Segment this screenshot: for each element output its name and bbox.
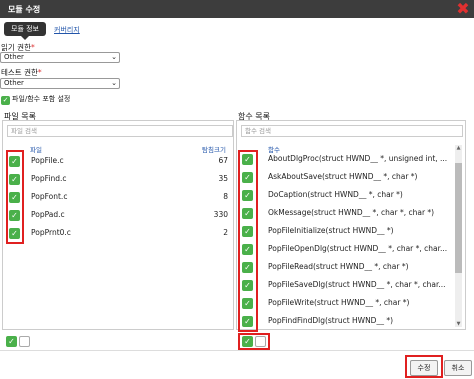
- check-icon[interactable]: ✓: [242, 336, 253, 347]
- read-permission-select[interactable]: Other ⌄: [0, 52, 120, 63]
- check-icon[interactable]: ✓: [1, 96, 10, 105]
- function-column-header: 함수: [268, 146, 280, 154]
- function-name: PopFileInitialize(struct HWND__ *): [268, 226, 394, 235]
- test-permission-select[interactable]: Other ⌄: [0, 78, 120, 89]
- file-search-input[interactable]: 파일 검색: [7, 125, 233, 137]
- read-permission-value: Other: [4, 53, 24, 61]
- close-icon[interactable]: ✖: [455, 1, 471, 17]
- required-mark: *: [30, 43, 35, 52]
- uncheck-box[interactable]: [255, 336, 266, 347]
- test-permission-label: 테스트 권한*: [1, 67, 42, 78]
- function-name: PopFileRead(struct HWND__ *, char *): [268, 262, 409, 271]
- cancel-button[interactable]: 취소: [444, 360, 472, 376]
- scroll-up-icon[interactable]: ▲: [455, 145, 462, 151]
- scroll-down-icon[interactable]: ▼: [455, 321, 462, 327]
- footer-divider: [0, 350, 474, 351]
- function-name: DoCaption(struct HWND__ *, char *): [268, 190, 403, 199]
- include-setting-label: 파일/함수 포함 설정: [12, 95, 71, 103]
- read-permission-text: 읽기 권한: [1, 43, 31, 52]
- dialog-title: 모듈 수정: [8, 5, 41, 14]
- function-name: PopFileOpenDlg(struct HWND__ *, char *, …: [268, 244, 448, 253]
- scroll-thumb[interactable]: [455, 163, 462, 273]
- required-mark: *: [37, 68, 42, 77]
- function-row[interactable]: ✓ PopFileOpenDlg(struct HWND__ *, char *,…: [0, 240, 447, 258]
- function-row[interactable]: ✓ PopFileRead(struct HWND__ *, char *): [0, 258, 409, 276]
- function-row[interactable]: ✓ PopFileInitialize(struct HWND__ *): [0, 222, 394, 240]
- function-row[interactable]: ✓ DoCaption(struct HWND__ *, char *): [0, 186, 403, 204]
- test-permission-text: 테스트 권한: [1, 68, 38, 77]
- tab-module-info[interactable]: 모듈 정보: [4, 22, 46, 40]
- function-name: PopFileWrite(struct HWND__ *, char *): [268, 298, 410, 307]
- check-icon[interactable]: ✓: [6, 336, 17, 347]
- dialog-titlebar: 모듈 수정 ✖: [0, 0, 474, 18]
- function-row[interactable]: ✓ OkMessage(struct HWND__ *, char *, char…: [0, 204, 434, 222]
- function-row[interactable]: ✓ AboutDlgProc(struct HWND__ *, unsigned …: [0, 150, 447, 168]
- chevron-down-icon: ⌄: [111, 79, 117, 87]
- function-row[interactable]: ✓ AskAboutSave(struct HWND__ *, char *): [0, 168, 417, 186]
- include-setting[interactable]: ✓ 파일/함수 포함 설정: [1, 94, 70, 105]
- chevron-down-icon: ⌄: [111, 53, 117, 61]
- function-select-all[interactable]: ✓: [242, 336, 266, 347]
- function-row[interactable]: ✓ PopFindFindDlg(struct HWND__ *): [0, 312, 393, 330]
- function-scrollbar[interactable]: ▲ ▼: [455, 145, 462, 327]
- function-name: OkMessage(struct HWND__ *, char *, char …: [268, 208, 435, 217]
- function-name: AskAboutSave(struct HWND__ *, char *): [268, 172, 418, 181]
- function-name: PopFileSaveDlg(struct HWND__ *, char *, …: [268, 280, 446, 289]
- function-search-input[interactable]: 함수 검색: [241, 125, 463, 137]
- file-select-all[interactable]: ✓: [6, 336, 30, 347]
- uncheck-box[interactable]: [19, 336, 30, 347]
- test-permission-value: Other: [4, 79, 24, 87]
- function-checkbox-highlight: [238, 150, 258, 332]
- module-edit-dialog: 모듈 수정 ✖ 모듈 정보 커버리지 읽기 권한* Other ⌄ 테스트 권한…: [0, 0, 474, 379]
- function-row[interactable]: ✓ PopFileSaveDlg(struct HWND__ *, char *,…: [0, 276, 446, 294]
- function-row[interactable]: ✓ PopFileWrite(struct HWND__ *, char *): [0, 294, 409, 312]
- function-name: AboutDlgProc(struct HWND__ *, unsigned i…: [268, 154, 448, 163]
- save-button[interactable]: 수정: [410, 360, 438, 376]
- function-name: PopFindFindDlg(struct HWND__ *): [268, 316, 394, 325]
- tab-coverage[interactable]: 커버리지: [54, 25, 80, 35]
